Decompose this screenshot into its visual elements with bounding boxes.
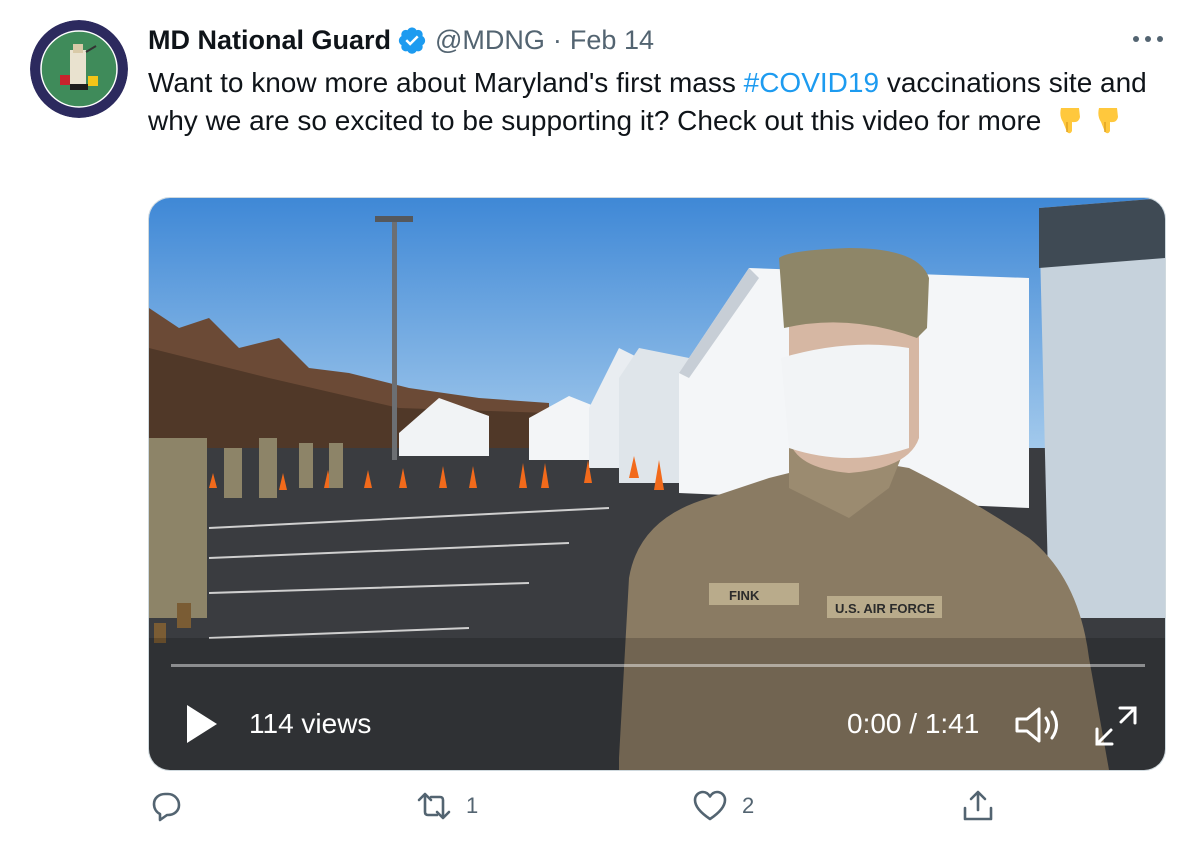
volume-icon[interactable]	[1013, 704, 1063, 746]
tweet-text-start: Want to know more about Maryland's first…	[148, 67, 744, 98]
pointing-down-hand-icon	[1091, 102, 1125, 146]
fullscreen-icon[interactable]	[1093, 704, 1139, 748]
name-tape: FINK	[729, 588, 760, 603]
reply-icon	[152, 792, 181, 822]
hashtag-link[interactable]: #COVID19	[744, 67, 879, 98]
like-button[interactable]: 2	[692, 788, 754, 824]
like-count: 2	[742, 793, 755, 818]
retweet-button[interactable]: 1	[416, 788, 478, 824]
share-button[interactable]	[960, 788, 996, 824]
play-icon[interactable]	[183, 703, 221, 745]
tweet-text: Want to know more about Maryland's first…	[148, 64, 1158, 146]
verified-badge-icon	[398, 27, 426, 54]
tweet-actions: 1 2	[148, 788, 1148, 832]
share-icon	[963, 790, 993, 821]
heart-icon	[693, 790, 727, 821]
avatar[interactable]	[30, 20, 128, 118]
view-count: 114 views	[249, 708, 372, 739]
service-tape: U.S. AIR FORCE	[835, 601, 935, 616]
separator-dot: ·	[552, 24, 562, 55]
retweet-icon	[417, 792, 451, 820]
video-frame: FINK U.S. AIR FORCE	[149, 198, 1165, 770]
tweet-header: MD National Guard @MDNG · Feb 14	[148, 20, 1168, 60]
reply-button[interactable]	[148, 788, 198, 824]
video-time: 0:00 / 1:41	[847, 708, 980, 739]
author-name[interactable]: MD National Guard	[148, 25, 391, 56]
md-national-guard-logo	[30, 20, 128, 118]
retweet-count: 1	[466, 793, 479, 818]
video-player[interactable]: FINK U.S. AIR FORCE 114 views 0:00 / 1:4…	[148, 197, 1166, 771]
more-options-icon[interactable]	[1128, 24, 1168, 54]
author-handle[interactable]: @MDNG	[435, 25, 545, 56]
pointing-down-hand-icon	[1053, 102, 1087, 146]
video-progress-bar[interactable]	[171, 664, 1145, 667]
tweet-date[interactable]: Feb 14	[570, 25, 654, 56]
